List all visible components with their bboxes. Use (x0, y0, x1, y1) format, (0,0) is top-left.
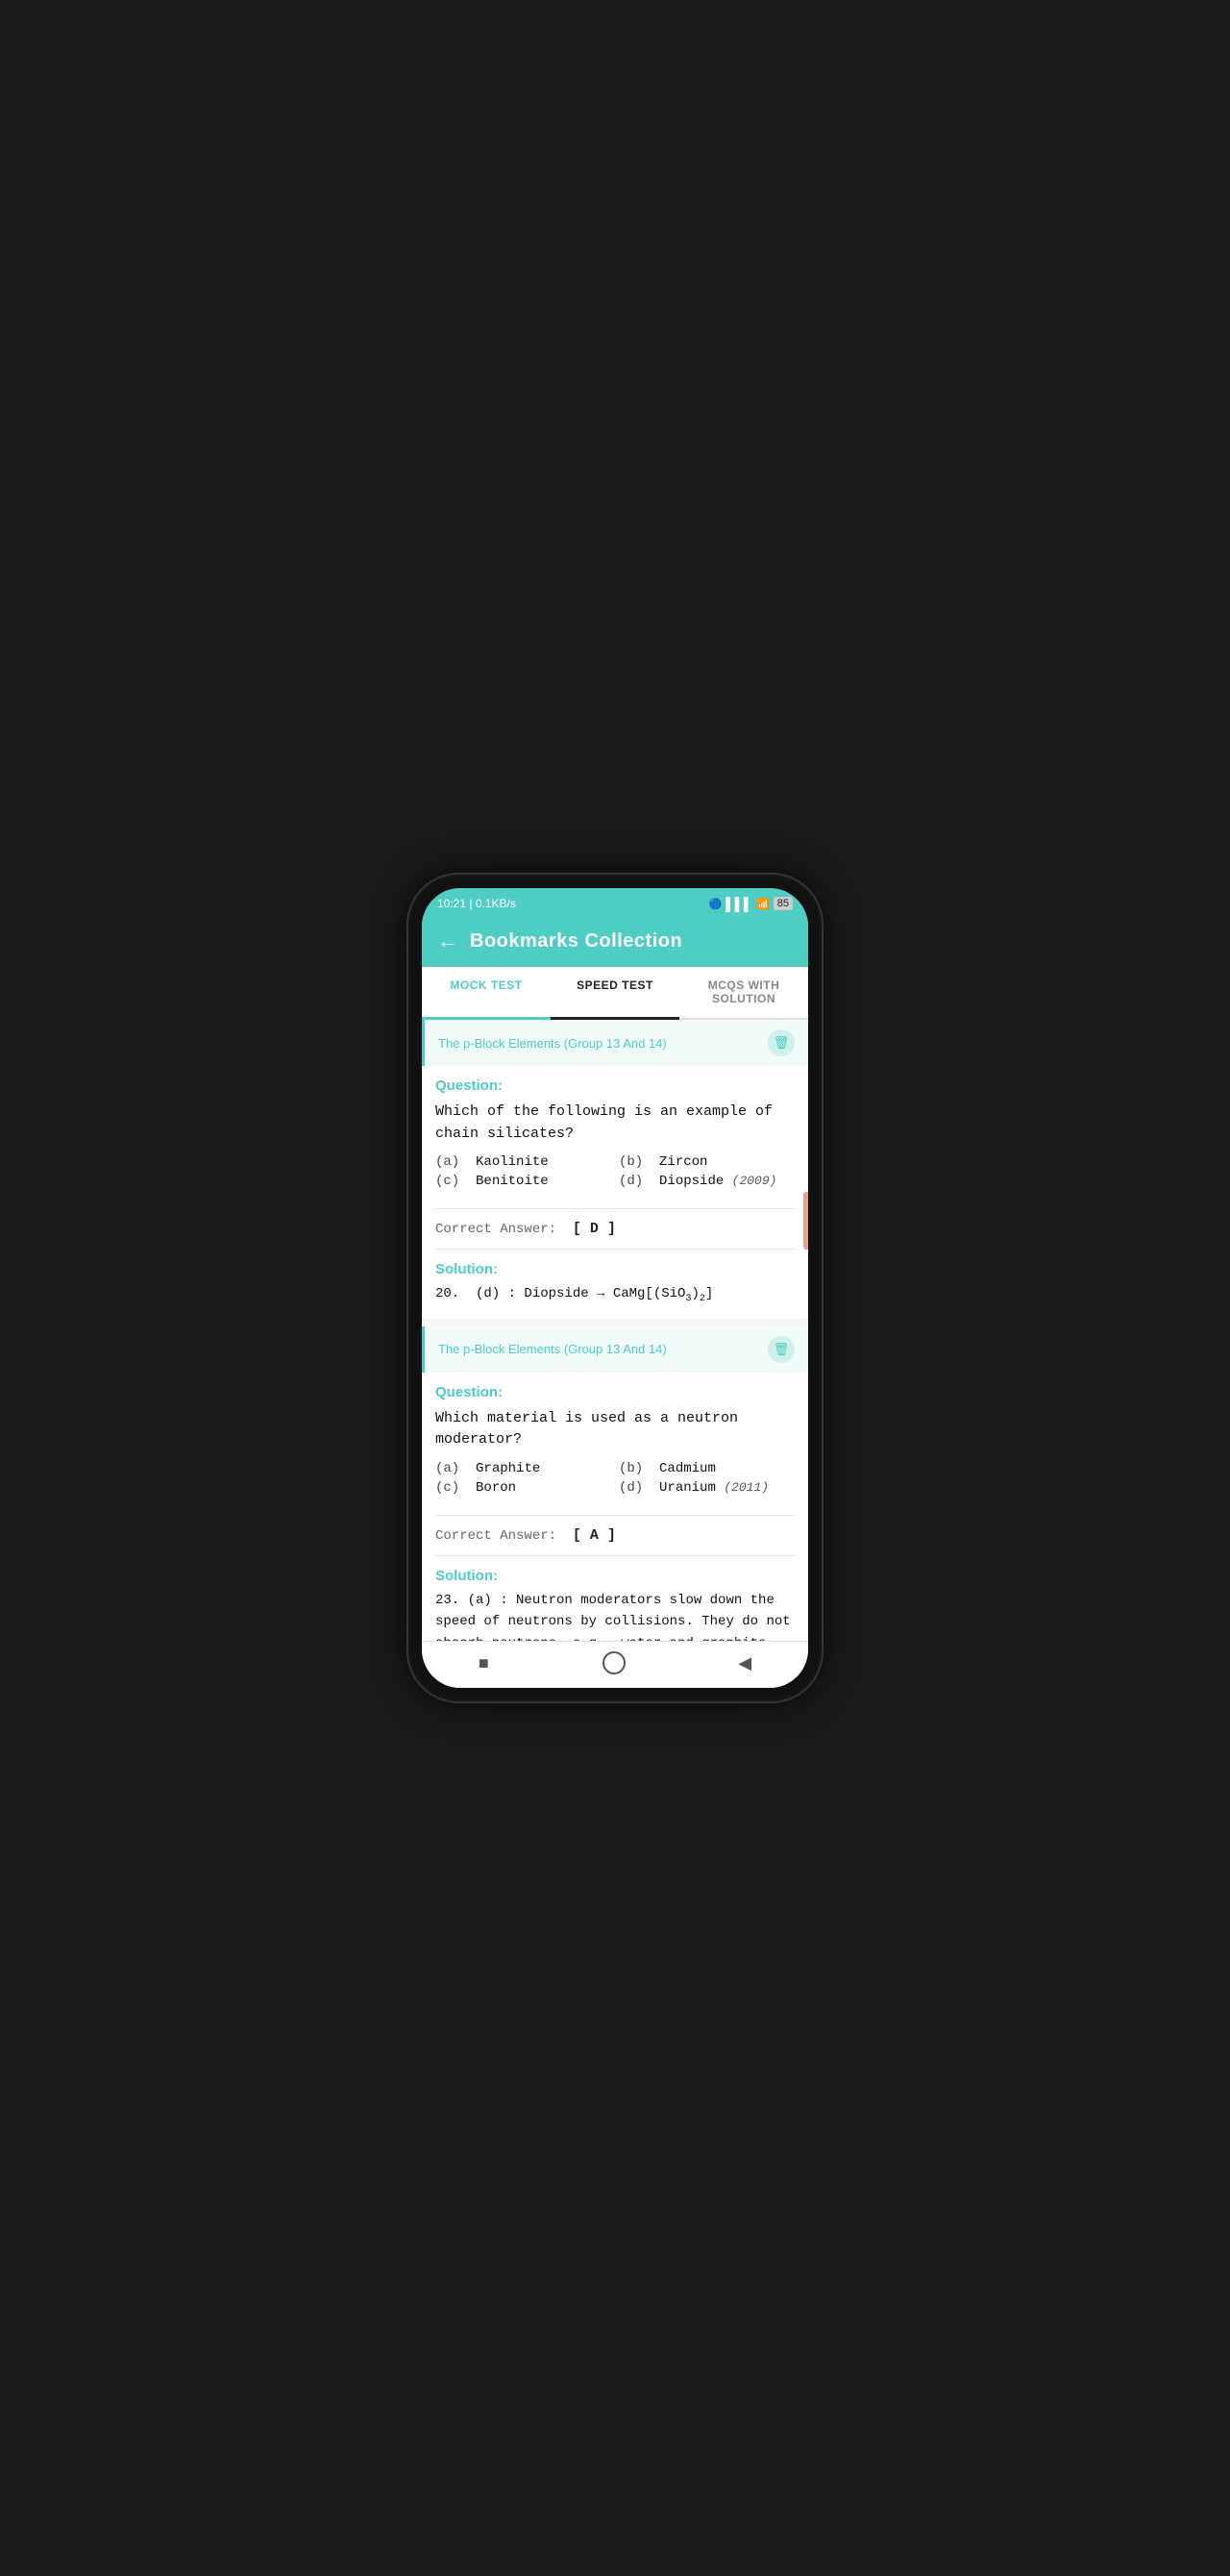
delete-button-1[interactable]: 🗑 (768, 1029, 795, 1056)
square-nav-button[interactable]: ■ (479, 1653, 489, 1673)
card-header-2: The p-Block Elements (Group 13 And 14) 🗑 (422, 1326, 808, 1373)
tab-mock-test[interactable]: MOCK TEST (422, 967, 551, 1020)
status-bar: 10:21 | 0.1KB/s 🔵 ▌▌▌ 📶 85 (422, 888, 808, 919)
solution-label-2: Solution: (435, 1568, 795, 1584)
question-card-1: The p-Block Elements (Group 13 And 14) 🗑… (422, 1020, 808, 1319)
option-2c: (c) Boron (435, 1480, 611, 1496)
question-label-2: Question: (435, 1384, 795, 1400)
tab-bar: MOCK TEST SPEED TEST MCQS WITH SOLUTION (422, 967, 808, 1020)
question-text-2: Which material is used as a neutron mode… (435, 1408, 795, 1451)
options-grid-2: (a) Graphite (b) Cadmium (c) Boron (d) U… (435, 1461, 795, 1496)
scroll-indicator (803, 1192, 808, 1250)
question-label-1: Question: (435, 1077, 795, 1094)
content-area: The p-Block Elements (Group 13 And 14) 🗑… (422, 1020, 808, 1641)
page-title: Bookmarks Collection (470, 930, 682, 953)
option-1a: (a) Kaolinite (435, 1154, 611, 1170)
back-nav-button[interactable]: ◀ (738, 1653, 751, 1673)
solution-section-1: Solution: 20. (d) : Diopside → CaMg[(SiO… (422, 1250, 808, 1319)
tab-speed-test[interactable]: SPEED TEST (551, 967, 679, 1020)
phone-screen: 10:21 | 0.1KB/s 🔵 ▌▌▌ 📶 85 ← Bookmarks C… (422, 888, 808, 1688)
option-1b: (b) Zircon (619, 1154, 795, 1170)
bottom-nav: ■ ◀ (422, 1641, 808, 1688)
tab-mcqs-solution[interactable]: MCQS WITH SOLUTION (679, 967, 808, 1020)
option-2b: (b) Cadmium (619, 1461, 795, 1476)
option-2d: (d) Uranium (2011) (619, 1480, 795, 1496)
delete-button-2[interactable]: 🗑 (768, 1336, 795, 1363)
solution-text-2: 23. (a) : Neutron moderators slow down t… (435, 1590, 795, 1641)
wifi-icon: 📶 (756, 898, 770, 910)
answer-row-2: Correct Answer: [ A ] (422, 1516, 808, 1555)
card-body-1: Question: Which of the following is an e… (422, 1066, 808, 1208)
question-text-1: Which of the following is an example of … (435, 1102, 795, 1145)
option-1d: (d) Diopside (2009) (619, 1174, 795, 1189)
option-1c: (c) Benitoite (435, 1174, 611, 1189)
card-header-1: The p-Block Elements (Group 13 And 14) 🗑 (422, 1020, 808, 1066)
correct-answer-2: [ A ] (573, 1527, 616, 1544)
solution-section-2: Solution: 23. (a) : Neutron moderators s… (422, 1556, 808, 1641)
back-button[interactable]: ← (437, 929, 458, 954)
card-body-2: Question: Which material is used as a ne… (422, 1373, 808, 1515)
status-icons: 🔵 ▌▌▌ 📶 85 (709, 897, 793, 911)
correct-answer-1: [ D ] (573, 1221, 616, 1237)
battery-icon: 85 (774, 897, 793, 910)
answer-row-1: Correct Answer: [ D ] (422, 1209, 808, 1249)
phone-frame: 10:21 | 0.1KB/s 🔵 ▌▌▌ 📶 85 ← Bookmarks C… (408, 875, 822, 1701)
app-header: ← Bookmarks Collection (422, 919, 808, 967)
question-card-2: The p-Block Elements (Group 13 And 14) 🗑… (422, 1326, 808, 1641)
options-grid-1: (a) Kaolinite (b) Zircon (c) Benitoite (… (435, 1154, 795, 1189)
signal-icon: ▌▌▌ (726, 897, 752, 911)
option-2a: (a) Graphite (435, 1461, 611, 1476)
bluetooth-icon: 🔵 (709, 898, 723, 910)
chapter-label-1: The p-Block Elements (Group 13 And 14) (438, 1036, 667, 1051)
solution-label-1: Solution: (435, 1261, 795, 1277)
solution-text-1: 20. (d) : Diopside → CaMg[(SiO3)2] (435, 1283, 795, 1307)
year-tag-1: (2009) (732, 1174, 777, 1188)
circle-nav-button[interactable] (603, 1651, 626, 1674)
status-time: 10:21 | 0.1KB/s (437, 897, 516, 910)
chapter-label-2: The p-Block Elements (Group 13 And 14) (438, 1342, 667, 1356)
year-tag-2: (2011) (724, 1480, 769, 1495)
